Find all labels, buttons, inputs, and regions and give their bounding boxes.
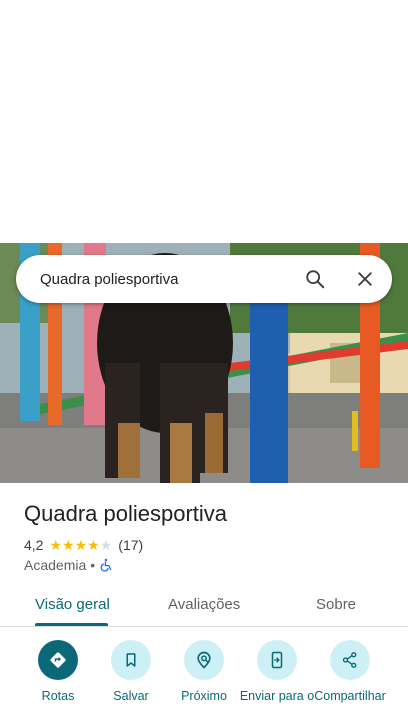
tab-reviews[interactable]: Avaliações (168, 596, 240, 613)
save-button[interactable]: Salvar (91, 640, 171, 703)
search-icon[interactable] (303, 267, 327, 291)
bookmark-icon (111, 640, 151, 680)
category-row: Academia • (24, 556, 113, 574)
send-to-phone-label: Enviar para o (239, 689, 315, 703)
star-filled-icon: ★ (87, 537, 100, 553)
directions-button[interactable]: Rotas (18, 640, 98, 703)
star-rating: ★ ★ ★ ★ ★ (49, 538, 112, 552)
star-filled-icon: ★ (74, 537, 88, 553)
rating-value: 4,2 (24, 537, 44, 553)
star-filled-icon: ★ (49, 537, 63, 553)
blank-map-area (0, 0, 408, 243)
close-icon[interactable] (353, 267, 377, 291)
send-to-phone-button[interactable]: Enviar para o (237, 640, 317, 703)
rating-row[interactable]: 4,2 ★ ★ ★ ★ ★ (17) (24, 536, 143, 554)
nearby-button[interactable]: Próximo (164, 640, 244, 703)
active-tab-indicator (35, 623, 108, 626)
action-bar: Rotas Salvar Próximo Enviar para o Compa… (0, 640, 408, 726)
tab-overview[interactable]: Visão geral (35, 596, 110, 613)
send-to-phone-icon (257, 640, 297, 680)
share-icon (330, 640, 370, 680)
review-count[interactable]: (17) (118, 537, 143, 553)
directions-label: Rotas (41, 689, 75, 703)
separator-dot: • (90, 557, 96, 573)
directions-icon (38, 640, 78, 680)
nearby-label: Próximo (181, 689, 227, 703)
share-button[interactable]: Compartilhar (310, 640, 390, 703)
place-title: Quadra poliesportiva (24, 501, 228, 526)
tab-about[interactable]: Sobre (316, 596, 356, 613)
search-bar[interactable]: Quadra poliesportiva (16, 255, 392, 303)
place-category[interactable]: Academia (24, 557, 86, 573)
save-label: Salvar (113, 689, 149, 703)
star-filled-icon: ★ (62, 537, 75, 553)
wheelchair-icon (99, 558, 113, 572)
tab-bar: Visão geral Avaliações Sobre (0, 585, 408, 627)
nearby-icon (184, 640, 224, 680)
search-input[interactable]: Quadra poliesportiva (40, 271, 303, 288)
share-label: Compartilhar (314, 689, 386, 703)
star-empty-icon: ★ (99, 537, 113, 553)
